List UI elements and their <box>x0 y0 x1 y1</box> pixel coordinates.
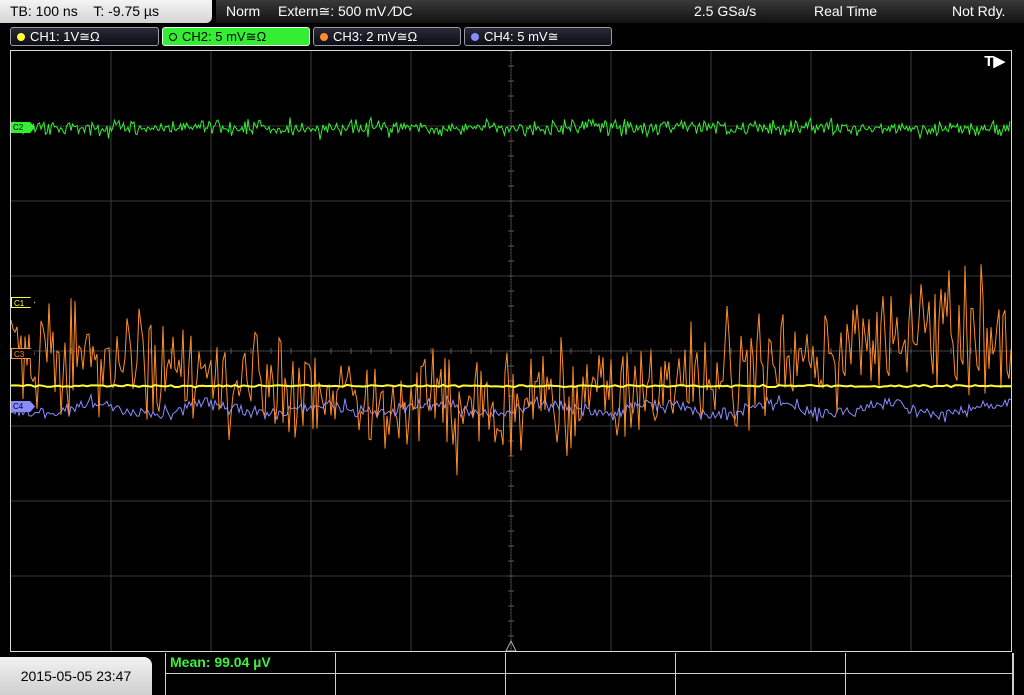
channel-4-dot-icon <box>471 33 479 41</box>
measurement-cell <box>166 674 336 695</box>
timebase-panel[interactable]: TB: 100 ns T: -9.75 µs <box>0 0 212 23</box>
measurement-cell <box>846 674 1013 695</box>
channel-4-offset-marker[interactable]: C4 <box>11 401 35 412</box>
trigger-position-marker: T▶ <box>984 53 1005 70</box>
channel-3-offset-marker[interactable]: C3 <box>11 348 35 359</box>
waveform-display[interactable]: T▶ C2 C1 C3 C4 <box>10 50 1012 652</box>
timebase-value: TB: 100 ns <box>10 3 78 19</box>
tab-channel-3[interactable]: CH3: 2 mV≅Ω <box>313 27 461 46</box>
date-time: 2015-05-05 23:47 <box>0 657 152 695</box>
channel-2-dot-icon <box>169 33 177 41</box>
measurement-cell <box>506 674 676 695</box>
acquisition-mode: Real Time <box>814 3 878 19</box>
tab-channel-1[interactable]: CH1: 1V≅Ω <box>10 27 159 46</box>
channel-2-offset-marker[interactable]: C2 <box>11 122 35 133</box>
run-status: Not Rdy. <box>952 3 1006 19</box>
trigger-mode[interactable]: Norm <box>226 0 260 23</box>
channel-1-label: CH1: 1V≅Ω <box>30 29 100 44</box>
channel-1-offset-marker[interactable]: C1 <box>11 297 35 308</box>
measurement-cell <box>676 653 846 674</box>
channel-4-label: CH4: 5 mV≅ <box>484 29 559 44</box>
measurement-cell <box>506 653 676 674</box>
acquisition-status-bar: Norm Extern≅: 500 mV ∕DC 2.5 GSa/s Real … <box>216 0 1024 23</box>
channel-2-label: CH2: 5 mV≅Ω <box>182 29 267 44</box>
measurement-cell <box>676 674 846 695</box>
tab-channel-4[interactable]: CH4: 5 mV≅ <box>464 27 612 46</box>
channel-3-label: CH3: 2 mV≅Ω <box>333 29 418 44</box>
trigger-source[interactable]: Extern≅: 500 mV ∕DC <box>278 0 413 23</box>
sample-rate: 2.5 GSa/s <box>694 3 757 19</box>
waveform-canvas <box>11 51 1011 651</box>
channel-3-dot-icon <box>320 33 328 41</box>
measurement-cell[interactable]: Mean: 99.04 µV <box>166 653 336 674</box>
trigger-time-value: T: -9.75 µs <box>93 3 159 19</box>
measurement-cell <box>336 674 506 695</box>
measurement-cell <box>846 653 1013 674</box>
tab-channel-2[interactable]: CH2: 5 mV≅Ω <box>162 27 310 46</box>
measurement-mean: Mean: 99.04 µV <box>170 654 271 670</box>
measurement-table[interactable]: Mean: 99.04 µV <box>165 653 1014 695</box>
channel-1-dot-icon <box>17 33 25 41</box>
measurement-cell <box>336 653 506 674</box>
